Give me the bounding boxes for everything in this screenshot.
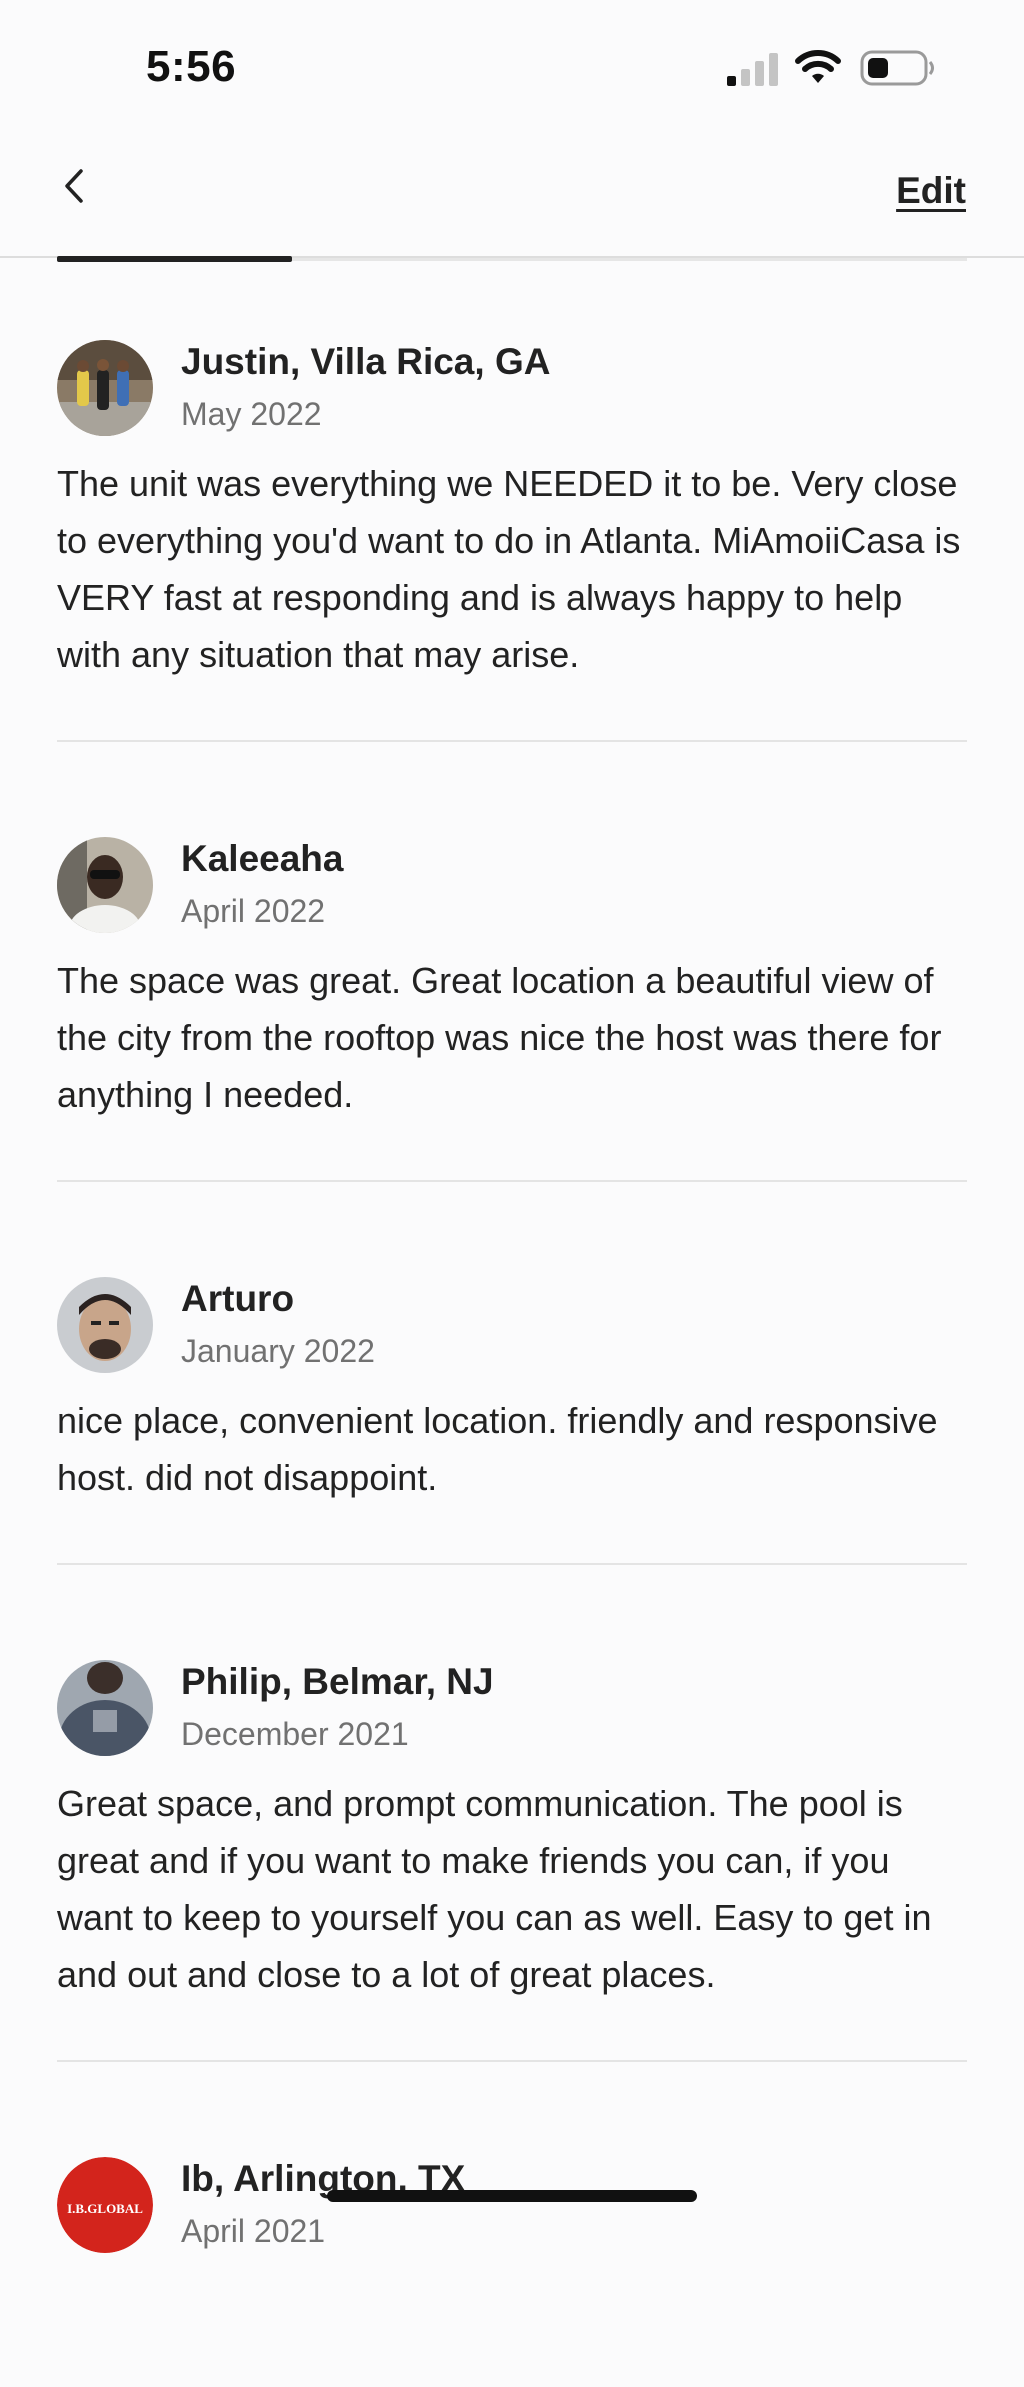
status-time: 5:56 bbox=[146, 42, 237, 91]
review-header: Arturo January 2022 bbox=[57, 1257, 967, 1375]
avatar[interactable] bbox=[57, 1277, 153, 1373]
cellular-signal-icon bbox=[727, 53, 778, 86]
reviewer-name: Justin, Villa Rica, GA bbox=[181, 341, 551, 382]
review-date: April 2021 bbox=[181, 2213, 326, 2249]
reviewer-name: Philip, Belmar, NJ bbox=[181, 1661, 494, 1702]
status-bar: 5:56 bbox=[0, 0, 1024, 140]
avatar[interactable] bbox=[57, 1660, 153, 1756]
reviewer-name: Arturo bbox=[181, 1278, 295, 1319]
reviewer-meta: Arturo January 2022 bbox=[181, 1277, 375, 1371]
review-item: Justin, Villa Rica, GA May 2022 The unit… bbox=[57, 320, 967, 742]
reviewer-name: Kaleeaha bbox=[181, 838, 344, 879]
review-text: Great space, and prompt communication. T… bbox=[57, 1783, 932, 1995]
reviewer-meta: Philip, Belmar, NJ December 2021 bbox=[181, 1660, 494, 1754]
review-header: Justin, Villa Rica, GA May 2022 bbox=[57, 320, 967, 438]
tab-active-indicator bbox=[57, 256, 292, 262]
review-item: Philip, Belmar, NJ December 2021 Great s… bbox=[57, 1640, 967, 2062]
review-header: Kaleeaha April 2022 bbox=[57, 817, 967, 935]
avatar[interactable] bbox=[57, 837, 153, 933]
review-text: The unit was everything we NEEDED it to … bbox=[57, 463, 961, 675]
reviewer-meta: Justin, Villa Rica, GA May 2022 bbox=[181, 340, 550, 434]
review-item: Kaleeaha April 2022 The space was great.… bbox=[57, 817, 967, 1182]
review-item: I.B.GLOBAL Ib, Arlington, TX April 2021 bbox=[57, 2137, 967, 2312]
battery-icon bbox=[860, 50, 934, 86]
wifi-icon bbox=[795, 50, 841, 83]
review-text: nice place, convenient location. friendl… bbox=[57, 1400, 938, 1498]
review-date: January 2022 bbox=[181, 1333, 375, 1369]
reviewer-meta: Kaleeaha April 2022 bbox=[181, 837, 344, 931]
review-header: Philip, Belmar, NJ December 2021 bbox=[57, 1640, 967, 1758]
back-button[interactable] bbox=[50, 162, 98, 210]
edit-link[interactable]: Edit bbox=[896, 170, 966, 212]
home-indicator bbox=[327, 2190, 697, 2202]
avatar[interactable] bbox=[57, 340, 153, 436]
review-date: April 2022 bbox=[181, 893, 326, 929]
reviewer-meta: Ib, Arlington, TX April 2021 bbox=[181, 2157, 465, 2251]
review-text: The space was great. Great location a be… bbox=[57, 960, 942, 1115]
review-item: Arturo January 2022 nice place, convenie… bbox=[57, 1257, 967, 1565]
avatar-logo-text: I.B.GLOBAL bbox=[67, 2201, 143, 2216]
navigation-bar: Edit bbox=[0, 140, 1024, 258]
review-date: May 2022 bbox=[181, 396, 322, 432]
reviews-list: Justin, Villa Rica, GA May 2022 The unit… bbox=[57, 320, 967, 2387]
chevron-left-icon bbox=[65, 169, 83, 203]
avatar[interactable]: I.B.GLOBAL bbox=[57, 2157, 153, 2253]
review-date: December 2021 bbox=[181, 1716, 409, 1752]
